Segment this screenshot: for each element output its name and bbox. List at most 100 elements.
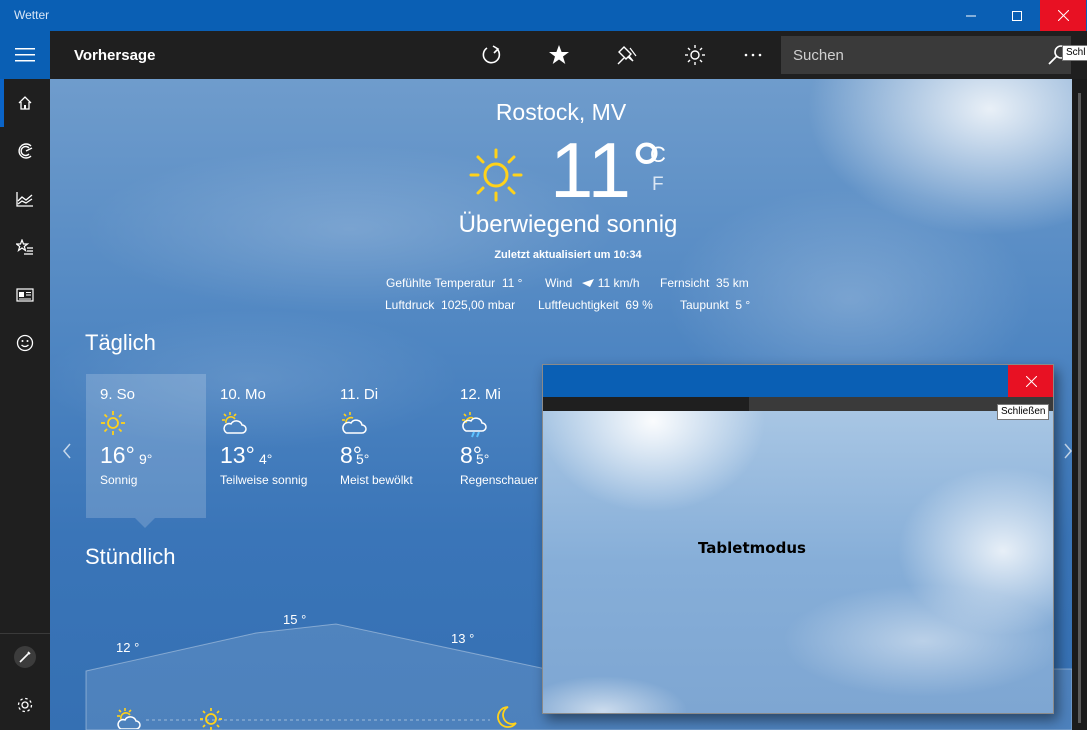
scrollbar-thumb[interactable] — [1078, 93, 1081, 723]
detail-value: 1025,00 mbar — [441, 298, 516, 312]
day-low: 5° — [356, 451, 370, 467]
rain-showers-icon — [462, 412, 487, 438]
nav-feedback[interactable] — [0, 319, 50, 367]
day-condition: Sonnig — [100, 473, 138, 487]
detail-value: 35 km — [716, 276, 749, 290]
maximize-icon — [1012, 10, 1022, 21]
detail-humidity: Luftfeuchtigkeit 69 % — [538, 298, 653, 312]
sun-icon — [200, 708, 222, 730]
detail-wind: Wind 11 km/h — [545, 276, 640, 290]
news-icon — [16, 288, 34, 302]
detail-value: 5 ° — [735, 298, 751, 312]
hourly-heading: Stündlich — [85, 544, 176, 569]
window-title: Wetter — [14, 8, 50, 22]
day-card[interactable]: 9. So 16° 9° Sonnig — [86, 374, 206, 518]
tablet-mode-window: Tabletmodus — [542, 364, 1054, 714]
day-high: 16° — [100, 442, 135, 468]
hamburger-button[interactable] — [0, 31, 50, 79]
tablet-mode-label: Tabletmodus — [698, 539, 806, 557]
pen-icon — [14, 646, 36, 668]
popup-content: Tabletmodus — [543, 411, 1053, 713]
detail-label: Gefühlte Temperatur — [386, 276, 496, 290]
hamburger-icon — [15, 48, 35, 62]
unit-fahrenheit[interactable]: F — [652, 174, 664, 196]
day-card[interactable]: 10. Mo 13° 4° Teilweise sonnig — [206, 374, 326, 518]
nav-historical[interactable] — [0, 175, 50, 223]
sun-outline-icon — [685, 45, 705, 65]
detail-feels-like: Gefühlte Temperatur 11 ° — [386, 276, 522, 290]
minimize-icon — [966, 15, 976, 16]
pin-icon — [617, 46, 637, 65]
daily-heading: Täglich — [85, 330, 156, 355]
wind-direction-icon — [582, 279, 595, 287]
detail-label: Taupunkt — [680, 298, 729, 312]
detail-value: 11 km/h — [597, 276, 640, 290]
last-updated: Zuletzt aktualisiert um 10:34 — [494, 249, 642, 261]
location-name: Rostock, MV — [495, 99, 627, 125]
day-low: 9° — [139, 451, 153, 467]
nav-settings[interactable] — [0, 681, 50, 729]
refresh-button[interactable] — [467, 31, 515, 79]
title-bar: Wetter — [0, 0, 1087, 31]
nav-rail — [0, 31, 50, 730]
star-list-icon — [16, 239, 33, 255]
partly-sunny-icon — [222, 412, 247, 434]
popup-title-bar — [543, 365, 1053, 397]
nav-news[interactable] — [0, 271, 50, 319]
brightness-button[interactable] — [671, 31, 719, 79]
hourly-temp-label: 12 ° — [116, 640, 140, 655]
smiley-icon — [16, 334, 34, 352]
more-button[interactable] — [729, 31, 777, 79]
day-card[interactable]: 11. Di 8° 5° Meist bewölkt — [326, 374, 446, 518]
current-condition: Überwiegend sonnig — [458, 211, 678, 238]
popup-command-strip — [543, 397, 1053, 411]
gear-icon — [17, 697, 33, 713]
day-name: 12. Mi — [460, 386, 501, 403]
nav-pen[interactable] — [0, 633, 50, 681]
mostly-cloudy-icon — [342, 412, 367, 434]
day-condition: Teilweise sonnig — [220, 473, 308, 487]
chart-icon — [16, 192, 33, 207]
search-box — [781, 36, 1071, 74]
detail-dew-point: Taupunkt 5 ° — [680, 298, 750, 312]
detail-pressure: Luftdruck 1025,00 mbar — [385, 298, 515, 312]
radar-icon — [18, 143, 33, 159]
pin-button[interactable] — [603, 31, 651, 79]
vertical-scrollbar[interactable] — [1072, 79, 1087, 730]
selected-day-pointer — [135, 518, 155, 528]
page-title: Vorhersage — [74, 47, 156, 64]
close-icon — [1025, 375, 1037, 387]
close-button[interactable] — [1040, 0, 1086, 31]
nav-maps[interactable] — [0, 127, 50, 175]
detail-visibility: Fernsicht 35 km — [660, 276, 749, 290]
day-high: 13° — [220, 442, 255, 468]
chevron-left-icon — [63, 443, 71, 459]
current-temperature: 11° — [550, 126, 663, 214]
popup-close-button[interactable] — [1008, 365, 1053, 397]
chevron-right-icon — [1064, 443, 1072, 459]
more-icon — [744, 53, 762, 57]
favorite-button[interactable] — [535, 31, 583, 79]
daily-next-button[interactable] — [1063, 443, 1072, 464]
day-name: 10. Mo — [220, 386, 266, 403]
nav-favorites[interactable] — [0, 223, 50, 271]
command-bar: Vorhersage — [50, 31, 1087, 79]
maximize-button[interactable] — [994, 0, 1040, 31]
detail-value: 69 % — [625, 298, 653, 312]
refresh-icon — [482, 45, 501, 64]
day-low: 5° — [476, 451, 490, 467]
search-input[interactable] — [781, 36, 1041, 74]
detail-label: Wind — [545, 276, 573, 290]
sun-icon — [101, 411, 125, 435]
home-icon — [18, 96, 32, 110]
unit-celsius[interactable]: C — [650, 142, 666, 168]
daily-prev-button[interactable] — [62, 443, 72, 464]
minimize-button[interactable] — [948, 0, 994, 31]
moon-icon — [497, 706, 517, 728]
nav-forecast[interactable] — [0, 79, 50, 127]
detail-label: Luftfeuchtigkeit — [538, 298, 619, 312]
day-low: 4° — [259, 451, 273, 467]
detail-value: 11 ° — [501, 276, 523, 290]
hourly-temp-label: 15 ° — [283, 612, 307, 627]
popup-close-tooltip: Schließen — [997, 404, 1050, 420]
